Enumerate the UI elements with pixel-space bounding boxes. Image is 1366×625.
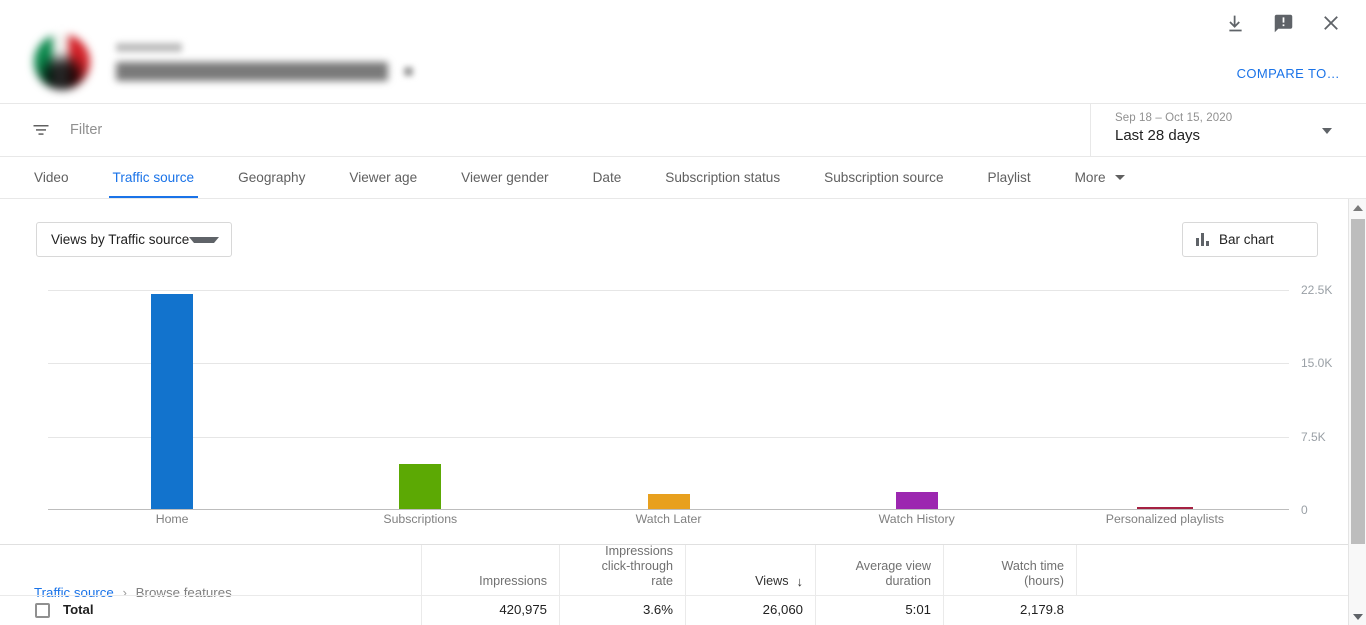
scroll-down-icon[interactable] bbox=[1349, 608, 1366, 625]
bar-personalized-playlists[interactable] bbox=[1136, 506, 1193, 509]
page-header: COMPARE TO… bbox=[0, 0, 1366, 104]
tab-video[interactable]: Video bbox=[12, 157, 91, 198]
metric-dropdown-label: Views by Traffic source bbox=[51, 232, 190, 247]
y-axis-tick-label: 15.0K bbox=[1301, 356, 1333, 371]
compare-to-button[interactable]: COMPARE TO… bbox=[1237, 66, 1340, 81]
filter-bar: Filter Sep 18 – Oct 15, 2020 Last 28 day… bbox=[0, 104, 1366, 157]
column-header-label: Average view duration bbox=[855, 559, 931, 588]
bar-watch-later[interactable] bbox=[647, 493, 690, 509]
x-axis-tick-label: Subscriptions bbox=[383, 512, 458, 526]
tab-label: More bbox=[1074, 170, 1106, 185]
cell-watch-time: 2,179.8 bbox=[943, 596, 1076, 625]
dimension-tabs: Video Traffic source Geography Viewer age Vi… bbox=[0, 157, 1366, 199]
row-label: Total bbox=[63, 602, 94, 617]
gridline bbox=[48, 290, 1289, 291]
bar-watch-history[interactable] bbox=[895, 491, 938, 509]
x-axis-tick-label: Home bbox=[155, 512, 189, 526]
column-header-average-view[interactable]: Average view duration bbox=[815, 545, 943, 595]
vertical-scrollbar[interactable] bbox=[1348, 199, 1366, 625]
chevron-down-icon bbox=[1114, 175, 1125, 180]
tab-label: Viewer gender bbox=[461, 170, 549, 185]
cell-ctr: 3.6% bbox=[559, 596, 685, 625]
tab-more[interactable]: More bbox=[1053, 157, 1147, 198]
sort-descending-icon: ↓ bbox=[796, 574, 804, 589]
y-axis-tick-label: 22.5K bbox=[1301, 283, 1333, 297]
tab-geography[interactable]: Geography bbox=[216, 157, 327, 198]
metric-dropdown[interactable]: Views by Traffic source bbox=[36, 222, 233, 257]
y-axis-tick-label: 0 bbox=[1301, 503, 1308, 517]
tab-label: Geography bbox=[238, 170, 306, 185]
row-checkbox[interactable] bbox=[35, 603, 50, 618]
x-axis-line bbox=[48, 509, 1289, 510]
x-axis-tick-label: Watch Later bbox=[635, 512, 702, 526]
bar-subscriptions[interactable] bbox=[399, 464, 442, 509]
tab-label: Subscription source bbox=[824, 170, 944, 185]
cell-impressions: 420,975 bbox=[421, 596, 559, 625]
header-action-icons bbox=[1222, 10, 1344, 36]
y-axis-tick-label: 7.5K bbox=[1301, 429, 1326, 444]
tab-traffic-source[interactable]: Traffic source bbox=[91, 157, 217, 198]
tab-label: Video bbox=[34, 170, 69, 185]
tab-label: Viewer age bbox=[349, 170, 418, 185]
bar-home[interactable] bbox=[151, 294, 194, 509]
channel-text-block bbox=[116, 43, 413, 81]
scroll-up-icon[interactable] bbox=[1349, 199, 1366, 216]
chevron-down-icon bbox=[189, 236, 220, 243]
bar-chart-plot: 0 7.5K 15.0K 22.5K Home Subscriptions Watch La… bbox=[48, 283, 1332, 526]
tab-viewer-age[interactable]: Viewer age bbox=[327, 157, 439, 198]
column-header-watch-time[interactable]: Watch time (hours) bbox=[943, 545, 1076, 595]
chart-type-dropdown[interactable]: Bar chart bbox=[1182, 222, 1318, 257]
column-header-label: Impressions bbox=[479, 574, 547, 588]
column-header-label: Views bbox=[755, 574, 789, 588]
bar-chart-icon bbox=[1196, 233, 1209, 246]
table-row[interactable]: Total 420,975 3.6% 26,060 5:01 2,179.8 bbox=[0, 595, 1348, 625]
column-header-empty bbox=[1076, 545, 1348, 595]
filter-input[interactable]: Filter bbox=[70, 122, 102, 138]
channel-name-redacted bbox=[116, 62, 388, 81]
cell-avg-view-duration: 5:01 bbox=[815, 596, 943, 625]
filter-icon[interactable] bbox=[30, 119, 52, 141]
column-header-label: Watch time (hours) bbox=[1001, 559, 1064, 588]
x-axis-tick-label: Personalized playlists bbox=[1105, 512, 1225, 526]
channel-avatar bbox=[34, 34, 90, 90]
gridline bbox=[48, 436, 1289, 438]
tab-subscription-status[interactable]: Subscription status bbox=[643, 157, 802, 198]
chevron-down-icon[interactable] bbox=[1322, 128, 1332, 134]
date-range-selector[interactable]: Sep 18 – Oct 15, 2020 Last 28 days bbox=[1090, 104, 1366, 156]
channel-label-redacted bbox=[116, 43, 182, 52]
tab-label: Subscription status bbox=[665, 170, 781, 185]
x-axis-tick-label: Watch History bbox=[878, 512, 955, 526]
tab-label: Date bbox=[592, 170, 622, 185]
column-header-views[interactable]: Views ↓ bbox=[685, 545, 815, 595]
download-icon[interactable] bbox=[1222, 10, 1248, 36]
cell-views: 26,060 bbox=[685, 596, 815, 625]
chart-panel: Views by Traffic source Bar chart 0 7.5K 1… bbox=[0, 199, 1348, 544]
chart-type-label: Bar chart bbox=[1219, 232, 1274, 247]
feedback-icon[interactable] bbox=[1270, 10, 1296, 36]
channel-identity[interactable] bbox=[34, 34, 413, 90]
chevron-down-icon[interactable] bbox=[404, 67, 413, 76]
data-table: Impressions Impressions click-through rat… bbox=[0, 544, 1348, 625]
date-range-dates: Sep 18 – Oct 15, 2020 bbox=[1115, 112, 1233, 124]
tab-viewer-gender[interactable]: Viewer gender bbox=[439, 157, 570, 198]
tab-date[interactable]: Date bbox=[571, 157, 644, 198]
close-icon[interactable] bbox=[1318, 10, 1344, 36]
tab-label: Playlist bbox=[987, 170, 1031, 185]
tab-subscription-source[interactable]: Subscription source bbox=[802, 157, 965, 198]
column-header-impressions[interactable]: Impressions click-through rate bbox=[559, 544, 685, 595]
tab-label: Traffic source bbox=[112, 170, 195, 185]
tab-playlist[interactable]: Playlist bbox=[966, 157, 1053, 198]
scrollbar-thumb[interactable] bbox=[1351, 219, 1365, 544]
column-header-label: Impressions click-through rate bbox=[601, 544, 673, 588]
gridline bbox=[48, 363, 1289, 365]
column-header-impressions[interactable]: Impressions bbox=[421, 545, 559, 595]
